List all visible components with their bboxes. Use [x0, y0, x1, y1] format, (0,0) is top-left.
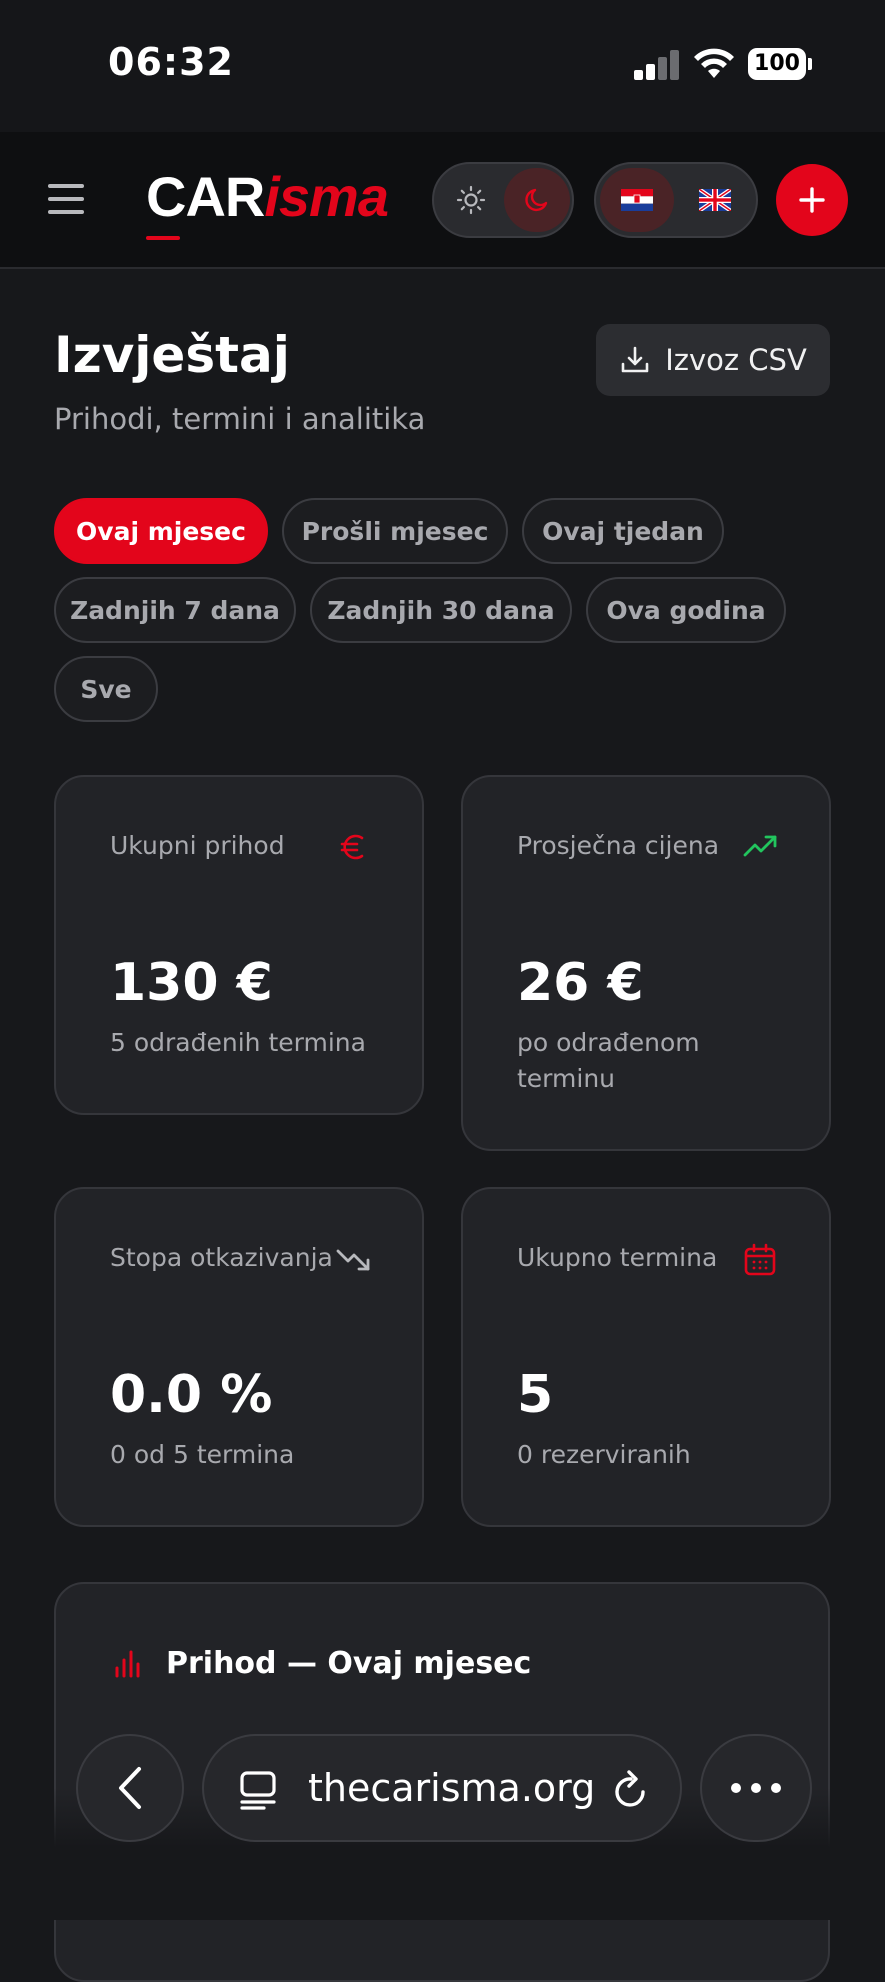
filter-sve[interactable]: Sve: [54, 656, 158, 722]
stat-label: Ukupno termina: [517, 1243, 718, 1272]
stat-card-total-appointments: Ukupno termina 5 0 rezerviranih: [461, 1187, 831, 1527]
more-icon: [731, 1783, 781, 1793]
chevron-left-icon: [119, 1767, 141, 1809]
calendar-icon: [744, 1243, 776, 1276]
stat-value: 0.0 %: [110, 1365, 273, 1425]
filter-ovaj-tjedan[interactable]: Ovaj tjedan: [522, 498, 724, 564]
filter-zadnjih-7-dana[interactable]: Zadnjih 7 dana: [54, 577, 296, 643]
euro-icon: [340, 834, 364, 860]
app-header: CARisma: [0, 132, 885, 269]
battery-tip: [808, 58, 812, 70]
status-time: 06:32: [108, 40, 234, 84]
stat-note: 0 rezerviranih: [517, 1440, 691, 1469]
stat-label: Prosječna cijena: [517, 831, 720, 860]
uk-flag-icon: [699, 189, 731, 211]
theme-toggle: [432, 162, 574, 238]
reload-icon[interactable]: [610, 1768, 652, 1812]
croatia-flag-icon: [621, 189, 653, 211]
stat-value: 5: [517, 1365, 554, 1425]
trending-down-icon: [336, 1249, 370, 1271]
filter-ova-godina[interactable]: Ova godina: [586, 577, 786, 643]
filter-ovaj-mjesec[interactable]: Ovaj mjesec: [54, 498, 268, 564]
stat-note: 0 od 5 termina: [110, 1440, 295, 1469]
language-hr-button[interactable]: [600, 168, 674, 232]
logo-underline: [146, 236, 180, 240]
stat-note: 5 odrađenih termina: [110, 1028, 366, 1057]
add-button[interactable]: [776, 164, 848, 236]
stat-card-cancellation-rate: Stopa otkazivanja 0.0 % 0 od 5 termina: [54, 1187, 424, 1527]
browser-url: thecarisma.org: [308, 1766, 596, 1810]
export-csv-button[interactable]: Izvoz CSV: [596, 324, 830, 396]
stat-label: Ukupni prihod: [110, 831, 285, 860]
stat-card-average-price: Prosječna cijena 26 € po odrađenom termi…: [461, 775, 831, 1151]
wifi-icon: [694, 48, 734, 78]
logo-part-isma: isma: [264, 165, 389, 228]
browser-back-button[interactable]: [76, 1734, 184, 1842]
battery-indicator: 100: [748, 48, 806, 80]
filter-prosli-mjesec[interactable]: Prošli mjesec: [282, 498, 508, 564]
export-csv-label: Izvoz CSV: [665, 343, 807, 377]
plus-icon: [799, 187, 825, 213]
language-toggle: [594, 162, 758, 238]
stat-card-total-revenue: Ukupni prihod 130 € 5 odrađenih termina: [54, 775, 424, 1115]
browser-url-bar[interactable]: thecarisma.org: [202, 1734, 682, 1842]
filter-zadnjih-30-dana[interactable]: Zadnjih 30 dana: [310, 577, 572, 643]
bar-chart-icon: [115, 1650, 140, 1678]
menu-icon[interactable]: [48, 182, 86, 216]
moon-icon: [525, 188, 548, 212]
language-en-button[interactable]: [678, 168, 752, 232]
page-title: Izvještaj: [54, 326, 290, 384]
logo[interactable]: CARisma: [146, 162, 389, 232]
page-subtitle: Prihodi, termini i analitika: [54, 402, 426, 436]
light-theme-button[interactable]: [438, 168, 504, 232]
status-bar: 06:32 100: [0, 0, 885, 132]
browser-more-button[interactable]: [700, 1734, 812, 1842]
stat-value: 26 €: [517, 953, 644, 1013]
dark-theme-button[interactable]: [504, 168, 570, 232]
trending-up-icon: [743, 835, 777, 857]
stat-note: po odrađenom terminu: [517, 1028, 700, 1093]
revenue-title: Prihod — Ovaj mjesec: [166, 1646, 532, 1681]
stat-label: Stopa otkazivanja: [110, 1243, 333, 1272]
stat-value: 130 €: [110, 953, 273, 1013]
page-settings-icon: [240, 1771, 276, 1810]
logo-part-car: CAR: [146, 165, 265, 228]
download-icon: [621, 346, 649, 373]
signal-icon: [634, 50, 680, 80]
sun-icon: [456, 185, 486, 215]
